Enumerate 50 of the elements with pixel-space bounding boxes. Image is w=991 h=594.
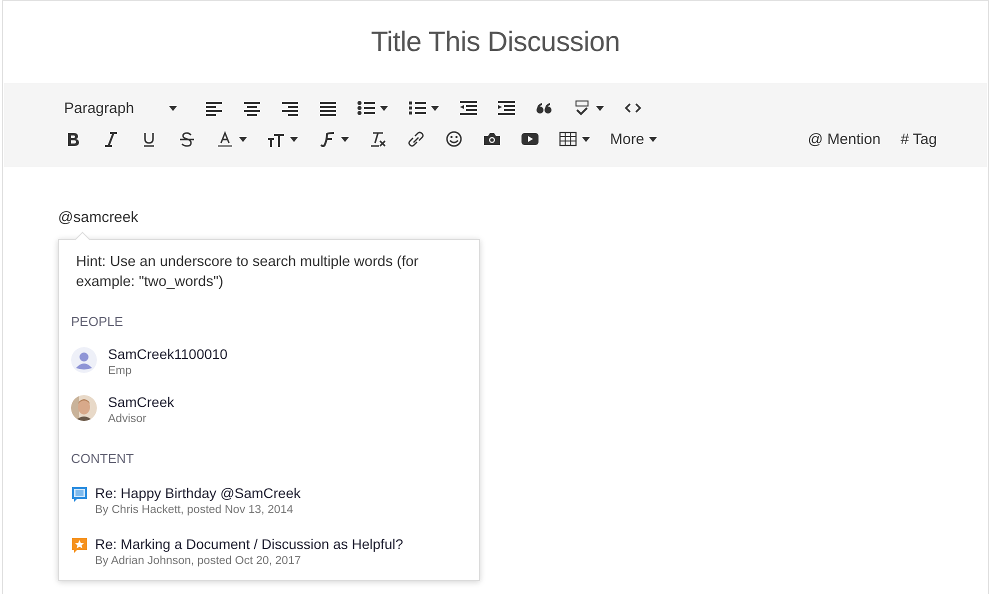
person-role: Advisor	[108, 412, 148, 427]
editor-text[interactable]: @samcreek	[58, 209, 988, 226]
caret-icon	[290, 136, 298, 142]
clear-format-icon	[369, 131, 387, 147]
text-color-icon	[216, 131, 234, 147]
bullet-list-icon	[357, 100, 375, 116]
caret-icon	[239, 136, 247, 142]
video-icon	[521, 131, 539, 147]
strike-icon	[178, 131, 196, 147]
discussion-icon	[71, 486, 88, 504]
quote-icon	[535, 100, 553, 116]
align-right-icon	[281, 100, 299, 116]
camera-icon	[483, 131, 501, 147]
content-title[interactable]: Re: Marking a Document / Discussion as Helpful?	[95, 535, 404, 553]
table-icon	[559, 131, 577, 147]
italic-icon	[102, 131, 120, 147]
caret-icon	[649, 136, 658, 142]
section-heading: CONTENT	[70, 451, 135, 466]
question-icon	[71, 537, 88, 555]
caret-icon	[341, 136, 349, 142]
section-heading: PEOPLE	[70, 314, 124, 329]
justify-icon	[319, 100, 337, 116]
person-name[interactable]: SamCreek1100010	[108, 345, 228, 363]
font-size-icon	[267, 131, 285, 147]
spellcheck-icon	[573, 100, 591, 116]
align-left-icon	[205, 100, 223, 116]
person-name[interactable]: SamCreek	[108, 393, 174, 411]
person-role: Emp	[108, 364, 133, 379]
caret-icon	[596, 106, 604, 110]
caret-icon	[380, 106, 388, 110]
hint-text: Hint: Use an underscore to search multiple words (for example: "two_words")	[75, 253, 420, 292]
caret-icon	[431, 106, 439, 110]
paragraph-dropdown[interactable]: Paragraph	[64, 98, 184, 118]
content-title[interactable]: Re: Happy Birthday @SamCreek	[95, 484, 301, 502]
discussion-title: Title This Discussion	[370, 25, 621, 58]
indent-icon	[497, 100, 515, 116]
caret-icon	[169, 106, 177, 110]
link-icon	[407, 131, 425, 147]
numbered-list-icon	[408, 100, 426, 116]
content-meta: By Adrian Johnson, posted Oct 20, 2017	[95, 554, 302, 569]
insert-button[interactable]: # Tag	[900, 130, 937, 148]
caret-icon	[582, 136, 590, 142]
outdent-icon	[459, 100, 477, 116]
avatar-icon	[71, 347, 97, 373]
more-dropdown[interactable]: More	[603, 129, 664, 149]
content-meta: By Chris Hackett, posted Nov 13, 2014	[95, 503, 294, 518]
emoji-icon	[445, 131, 463, 147]
align-center-icon	[243, 100, 261, 116]
insert-button[interactable]: @ Mention	[808, 130, 881, 148]
font-family-icon	[318, 131, 336, 147]
